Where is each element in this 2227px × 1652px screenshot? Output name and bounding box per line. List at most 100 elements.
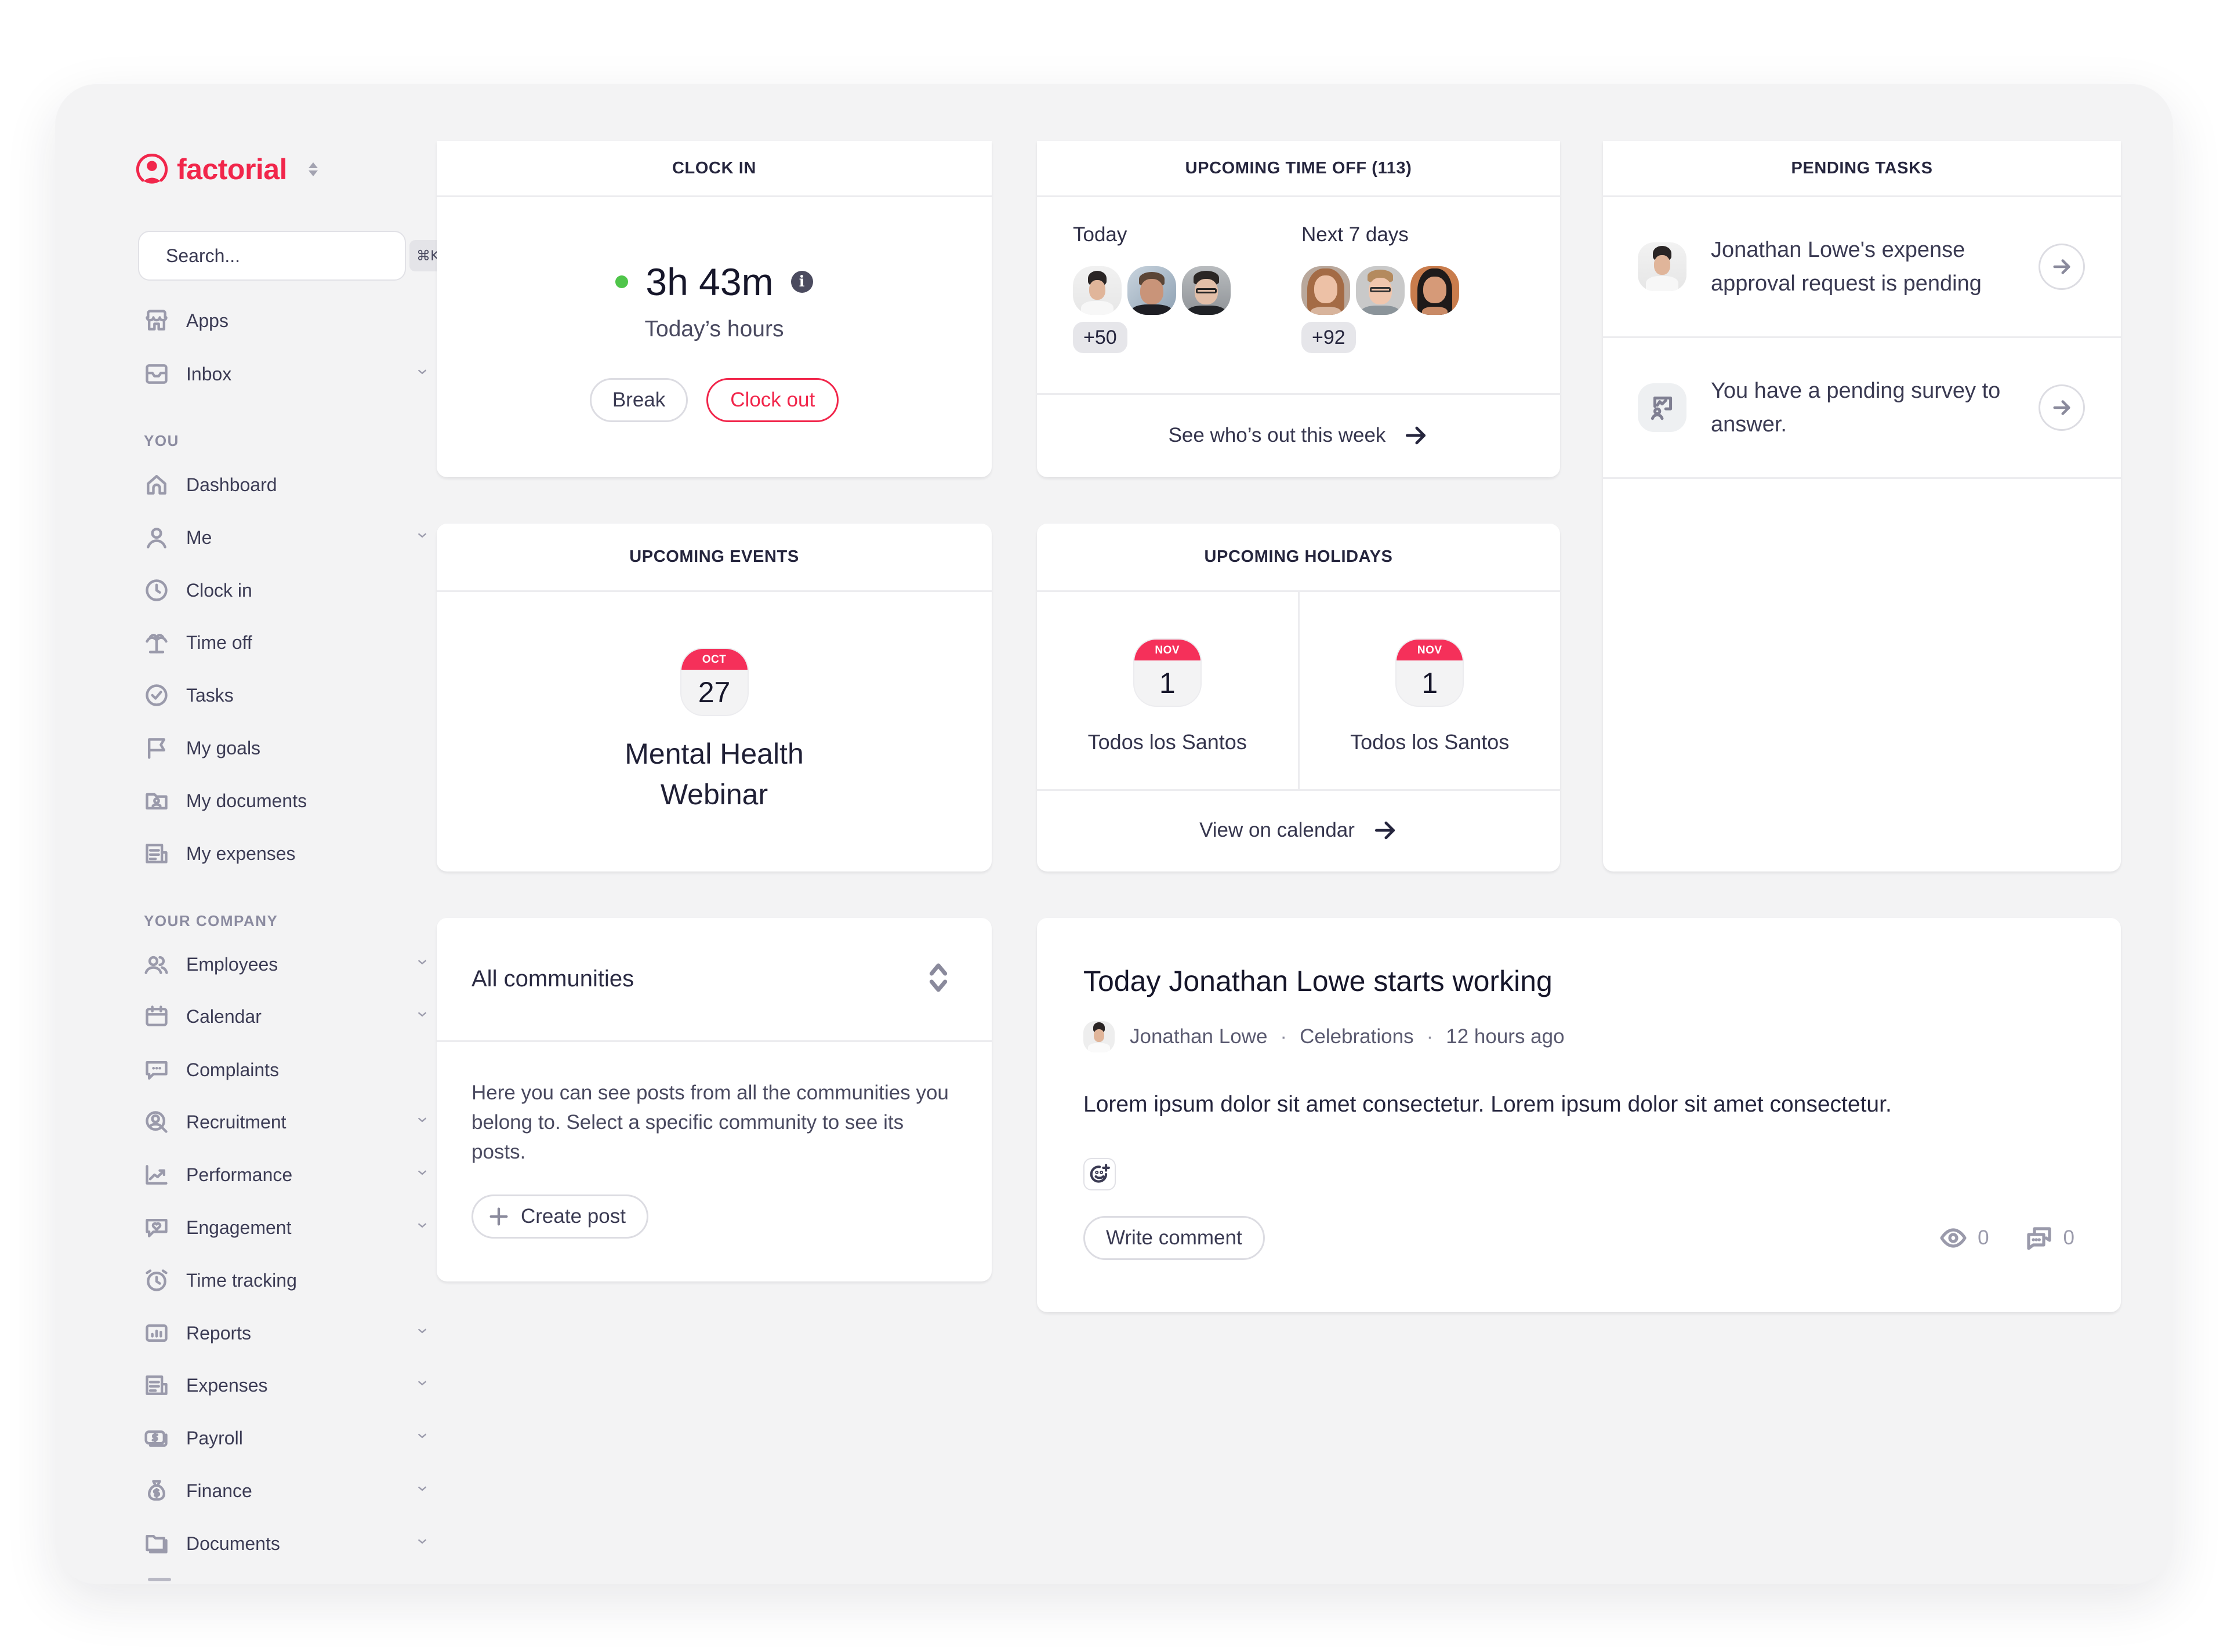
emoji-add-icon: [1090, 1164, 1110, 1183]
community-selector[interactable]: All communities: [437, 918, 992, 1042]
view-on-calendar-link[interactable]: View on calendar: [1037, 791, 1560, 870]
card-title: PENDING TASKS: [1603, 141, 2121, 197]
sidebar-item-payroll[interactable]: Payroll: [142, 1418, 467, 1458]
sidebar-item-documents[interactable]: Documents: [142, 1523, 467, 1564]
sidebar-item-performance[interactable]: Performance: [142, 1154, 467, 1195]
separator-dot: ·: [1280, 1025, 1287, 1048]
more-people-badge[interactable]: +92: [1301, 322, 1356, 353]
break-button[interactable]: Break: [589, 378, 688, 422]
sidebar-item-employees[interactable]: Employees: [142, 944, 467, 985]
sidebar-item-label: Employees: [186, 953, 278, 975]
sidebar-item-calendar[interactable]: Calendar: [142, 996, 467, 1037]
search-input[interactable]: [166, 245, 409, 267]
chevron-down-icon[interactable]: [416, 1113, 433, 1131]
heart-bubble-icon: [142, 1213, 171, 1242]
see-whos-out-link[interactable]: See who’s out this week: [1037, 395, 1560, 475]
time-off-next-label: Next 7 days: [1301, 223, 1409, 246]
create-post-button[interactable]: Create post: [471, 1194, 648, 1239]
sidebar-item-my-documents[interactable]: My documents: [142, 780, 467, 821]
holiday-item[interactable]: NOV 1 Todos los Santos: [1297, 592, 1561, 789]
sidebar-item-me[interactable]: Me: [142, 517, 467, 558]
comments-count: 0: [2063, 1226, 2074, 1249]
sidebar-item-label: My goals: [186, 737, 261, 758]
sidebar-item-apps[interactable]: Apps: [142, 300, 467, 341]
brand-logo[interactable]: factorial: [135, 153, 318, 186]
arrow-right-icon: [1374, 821, 1395, 840]
task-open-button[interactable]: [2039, 244, 2085, 290]
card-title: UPCOMING TIME OFF (113): [1037, 141, 1560, 197]
sidebar-item-clock-in[interactable]: Clock in: [142, 570, 467, 611]
chevron-down-icon[interactable]: [416, 956, 433, 973]
sidebar-section-your-company: YOUR COMPANY: [144, 912, 278, 930]
calendar-date-icon: OCT 27: [680, 648, 749, 716]
check-circle-icon: [142, 681, 171, 710]
community-selected: All communities: [471, 966, 634, 992]
worked-time: 3h 43m: [645, 260, 774, 303]
sidebar-item-label: My expenses: [186, 843, 296, 864]
avatar[interactable]: [1356, 266, 1405, 315]
sidebar-item-label: Recruitment: [186, 1111, 286, 1132]
calendar-date-icon: NOV 1: [1133, 638, 1202, 707]
sidebar-item-reports[interactable]: Reports: [142, 1313, 467, 1353]
clock-out-button[interactable]: Clock out: [706, 378, 839, 422]
sidebar-item-clipped: [148, 1578, 171, 1581]
upcoming-time-off-card: UPCOMING TIME OFF (113) Today +50 Next 7…: [1037, 141, 1560, 477]
event-item[interactable]: OCT 27 Mental Health Webinar: [437, 592, 992, 815]
write-comment-button[interactable]: Write comment: [1083, 1216, 1265, 1260]
sidebar-item-time-off[interactable]: Time off: [142, 622, 467, 663]
chevron-down-icon[interactable]: [416, 529, 433, 546]
comments-icon: [2026, 1227, 2051, 1250]
post-author[interactable]: Jonathan Lowe: [1130, 1025, 1267, 1048]
avatar[interactable]: [1182, 266, 1231, 315]
sidebar-item-label: Apps: [186, 310, 228, 331]
post-body: Lorem ipsum dolor sit amet consectetur. …: [1083, 1092, 1892, 1117]
company-switcher-icon[interactable]: [308, 159, 318, 179]
author-avatar[interactable]: [1083, 1021, 1115, 1052]
info-icon[interactable]: i: [790, 271, 813, 293]
sidebar-item-finance[interactable]: Finance: [142, 1471, 467, 1511]
post-community[interactable]: Celebrations: [1300, 1025, 1414, 1048]
task-open-button[interactable]: [2039, 384, 2085, 431]
sidebar-item-dashboard[interactable]: Dashboard: [142, 464, 467, 505]
task-item[interactable]: Jonathan Lowe's expense approval request…: [1603, 197, 2121, 338]
avatar[interactable]: [1073, 266, 1122, 315]
search-box[interactable]: ⌘K: [138, 231, 447, 281]
chevron-down-icon[interactable]: [416, 1219, 433, 1236]
sidebar-item-tasks[interactable]: Tasks: [142, 675, 467, 716]
avatar[interactable]: [1127, 266, 1176, 315]
chevron-down-icon[interactable]: [416, 1008, 433, 1025]
chevron-down-icon[interactable]: [416, 1429, 433, 1447]
chevron-down-icon[interactable]: [416, 365, 433, 383]
more-people-badge[interactable]: +50: [1073, 322, 1127, 353]
chevron-down-icon[interactable]: [416, 1324, 433, 1342]
task-text: You have a pending survey to answer.: [1711, 379, 2001, 437]
chevron-down-icon[interactable]: [416, 1377, 433, 1394]
sidebar-item-label: Complaints: [186, 1059, 280, 1080]
separator-dot: ·: [1426, 1025, 1434, 1048]
sidebar-item-recruitment[interactable]: Recruitment: [142, 1102, 467, 1142]
sidebar-item-label: Time tracking: [186, 1269, 297, 1291]
chevron-down-icon[interactable]: [416, 1166, 433, 1183]
card-title: CLOCK IN: [437, 141, 992, 197]
sidebar-item-complaints[interactable]: Complaints: [142, 1050, 467, 1090]
communities-card: All communities Here you can see posts f…: [437, 918, 992, 1281]
add-reaction-button[interactable]: [1083, 1158, 1116, 1190]
inbox-icon: [142, 360, 171, 389]
money-icon: [142, 1424, 171, 1453]
sidebar-item-my-goals[interactable]: My goals: [142, 728, 467, 768]
task-item[interactable]: You have a pending survey to answer.: [1603, 338, 2121, 479]
avatar[interactable]: [1301, 266, 1350, 315]
sidebar-item-my-expenses[interactable]: My expenses: [142, 833, 467, 874]
chevron-down-icon[interactable]: [416, 1535, 433, 1552]
avatar[interactable]: [1410, 266, 1459, 315]
sidebar-item-inbox[interactable]: Inbox: [142, 354, 467, 394]
chevron-down-icon[interactable]: [416, 1482, 433, 1499]
plus-icon: [489, 1207, 508, 1226]
holiday-item[interactable]: NOV 1 Todos los Santos: [1037, 592, 1298, 789]
sidebar-item-expenses[interactable]: Expenses: [142, 1365, 467, 1406]
sidebar-item-time-tracking[interactable]: Time tracking: [142, 1260, 467, 1301]
folder-icon: [142, 1529, 171, 1558]
post-title[interactable]: Today Jonathan Lowe starts working: [1083, 964, 2074, 998]
sidebar-item-engagement[interactable]: Engagement: [142, 1207, 467, 1248]
time-off-today-label: Today: [1073, 223, 1127, 246]
